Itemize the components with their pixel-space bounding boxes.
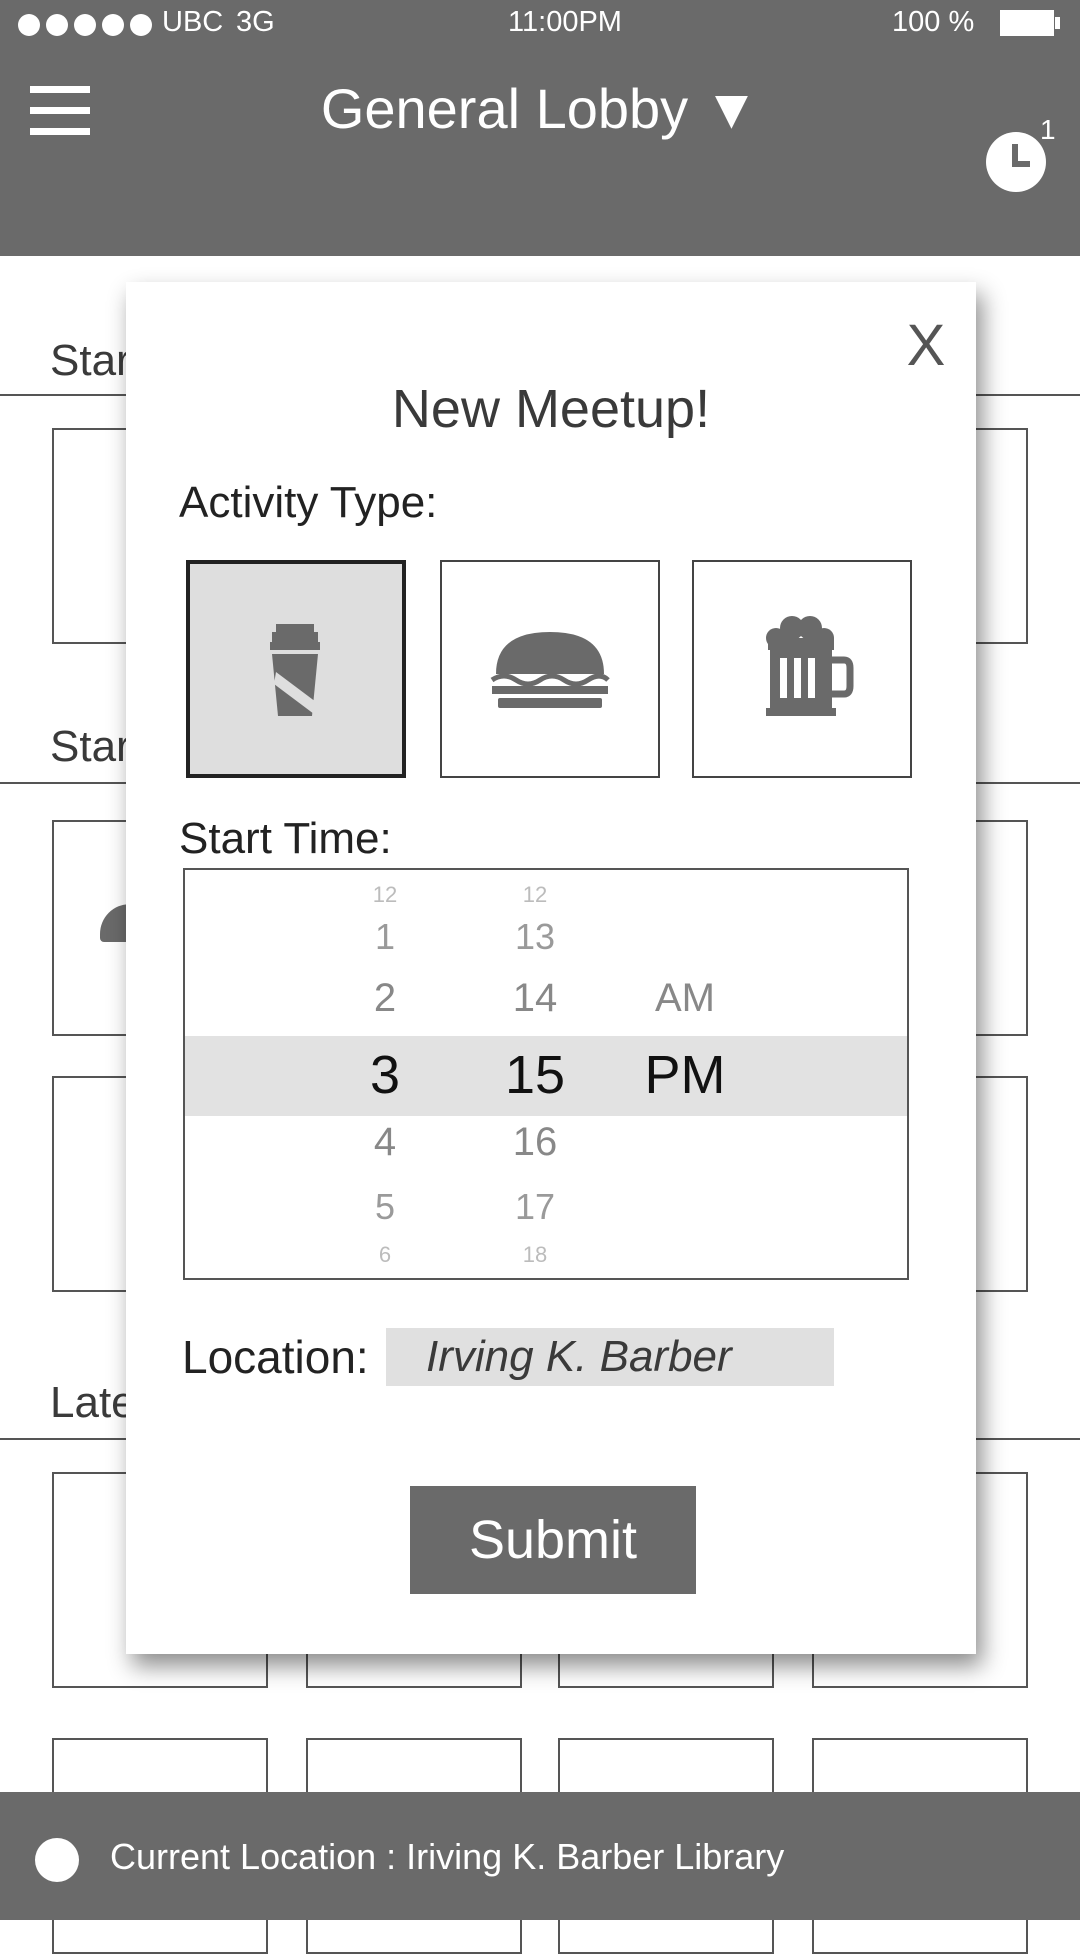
picker-hour-option[interactable]: 5 [325,1186,445,1228]
activity-beer-button[interactable] [692,560,912,778]
battery-percent: 100 % [892,6,975,38]
picker-meridiem-selected[interactable]: PM [615,1044,755,1106]
picker-minute-option[interactable]: 14 [475,976,595,1021]
picker-minute-option[interactable]: 13 [475,916,595,958]
battery-tip [1055,17,1060,29]
picker-hour-option[interactable]: 2 [325,976,445,1021]
section-title: Star [50,722,131,771]
close-button[interactable]: X [896,316,956,376]
picker-hour-option[interactable]: 4 [325,1120,445,1165]
picker-minute-option[interactable]: 16 [475,1120,595,1165]
lobby-selector[interactable]: General Lobby ▼ [0,76,1080,141]
section-title: Late [50,1378,136,1427]
activity-burger-button[interactable] [440,560,660,778]
section-title: Star [50,336,131,385]
burger-icon [490,632,610,708]
modal-title: New Meetup! [391,379,711,439]
location-input[interactable] [386,1328,834,1386]
location-dot-icon [35,1838,79,1882]
status-bar: UBC 3G 11:00PM 100 % [0,0,1080,48]
picker-hour-option[interactable]: 6 [325,1242,445,1268]
start-time-picker[interactable]: 12 1 2 3 4 5 6 12 13 14 15 16 17 18 AM P… [183,868,909,1280]
beer-mug-icon [766,616,854,716]
picker-hour-option[interactable]: 1 [325,916,445,958]
new-meetup-modal: X New Meetup! Activity Type: Start Time:… [126,282,976,1654]
picker-minute-option[interactable]: 17 [475,1186,595,1228]
start-time-label: Start Time: [179,814,392,863]
submit-button[interactable]: Submit [410,1486,696,1594]
picker-hour-selected[interactable]: 3 [325,1044,445,1106]
picker-minute-option[interactable]: 12 [475,882,595,908]
current-location-text: Current Location : Iriving K. Barber Lib… [110,1836,785,1877]
picker-minute-selected[interactable]: 15 [475,1044,595,1106]
notification-badge: 1 [1040,114,1056,145]
clock-icon[interactable] [986,132,1046,192]
battery-icon [1000,10,1054,36]
picker-minute-option[interactable]: 18 [475,1242,595,1268]
picker-meridiem-option[interactable]: AM [615,976,755,1021]
picker-hour-option[interactable]: 12 [325,882,445,908]
activity-type-label: Activity Type: [179,478,438,527]
activity-coffee-button[interactable] [186,560,406,778]
coffee-icon [270,624,320,716]
location-label: Location: [182,1331,369,1383]
